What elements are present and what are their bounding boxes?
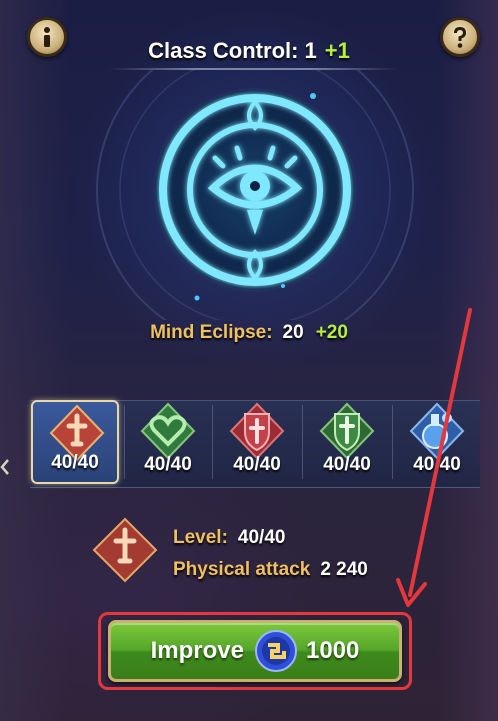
coin-icon [254, 630, 297, 672]
attack-row: Physical attack 2 240 [173, 559, 368, 581]
skill-slot-3[interactable]: 40/40 [213, 400, 301, 484]
shield-sword-diamond-icon [229, 402, 285, 460]
level-value: 40/40 [237, 527, 286, 548]
improve-label: Improve [150, 637, 244, 664]
physical-attack-label: Physical attack [173, 559, 311, 580]
potion-diamond-icon [409, 402, 465, 460]
skill-slot-5[interactable]: 40/40 [393, 400, 481, 484]
class-title-bonus: +1 [324, 38, 350, 63]
level-label: Level: [173, 527, 228, 548]
improve-button[interactable]: Improve 1000 [108, 620, 402, 682]
physical-attack-value: 2 240 [320, 559, 368, 580]
chevron-left-icon[interactable] [0, 458, 10, 476]
shield-sword-green-icon [319, 402, 375, 460]
skill-count: 40/40 [233, 454, 281, 475]
skill-slot-4[interactable]: 40/40 [303, 400, 391, 484]
mind-eclipse-bonus: +20 [315, 322, 348, 343]
skill-slot-1[interactable]: 40/40 [31, 400, 119, 484]
mind-eclipse-value: 20 [282, 322, 304, 343]
sword-diamond-icon [92, 517, 158, 583]
class-title-text: Class Control: 1 [148, 38, 317, 63]
background-wall-right [438, 0, 498, 721]
level-row: Level: 40/40 [173, 527, 285, 549]
improve-cost: 1000 [305, 637, 360, 664]
skill-count: 40/40 [413, 454, 461, 475]
skill-count: 40/40 [323, 454, 371, 475]
heart-diamond-icon [140, 402, 196, 460]
skill-count: 40/40 [144, 454, 192, 475]
background-wall-left [0, 0, 70, 721]
skill-slot-2[interactable]: 40/40 [124, 400, 212, 484]
class-emblem [96, 70, 414, 320]
mind-eclipse-stat: Mind Eclipse: 20 +20 [0, 322, 498, 344]
mind-eclipse-label: Mind Eclipse: [150, 322, 273, 343]
class-title: Class Control: 1 +1 [0, 36, 498, 66]
skill-count: 40/40 [51, 452, 99, 473]
